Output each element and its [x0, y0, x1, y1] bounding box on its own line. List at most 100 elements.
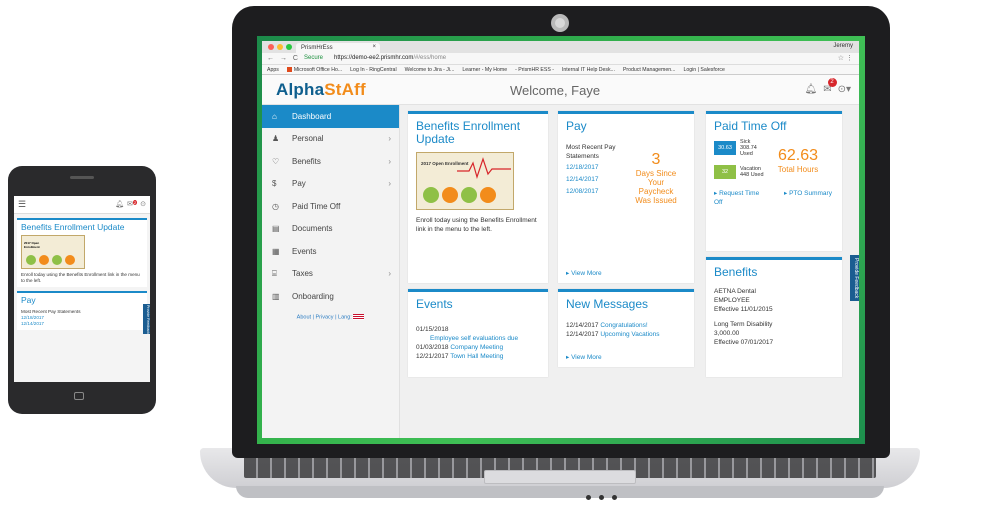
- phone-header: ☰ 🔔︎ ✉2 ⊙: [14, 196, 150, 214]
- message-item[interactable]: 12/14/2017 Upcoming Vacations: [566, 330, 686, 339]
- events-title: Events: [416, 297, 453, 311]
- sidebar-item-taxes[interactable]: ⌸ Taxes ›: [262, 263, 399, 286]
- address-bar[interactable]: ← → C Secure https://demo-ee2.prismhr.co…: [262, 53, 859, 65]
- bookmark-item[interactable]: Apps: [267, 67, 279, 73]
- menu-icon[interactable]: ☰: [18, 199, 26, 210]
- mail-badge: 2: [132, 200, 138, 205]
- enrollment-image[interactable]: 2017 Open Enrollment: [416, 152, 514, 210]
- bookmarks-bar: Apps Microsoft Office Ho... Log In - Rin…: [262, 65, 859, 75]
- sidebar-item-documents[interactable]: ▤ Documents: [262, 218, 399, 241]
- camera-icon: [551, 14, 569, 32]
- secure-label: Secure: [304, 55, 324, 61]
- laptop-screen: PrismHrEss × Jeremy ← → C Secure https:/…: [257, 36, 865, 444]
- chevron-right-icon: ›: [388, 134, 391, 144]
- phone-home-button[interactable]: [74, 392, 84, 400]
- calendar-icon: ▦: [272, 246, 280, 256]
- laptop-lid: PrismHrEss × Jeremy ← → C Secure https:/…: [232, 6, 890, 458]
- alphastaff-logo[interactable]: AlphaStAff: [276, 80, 366, 100]
- bookmark-item[interactable]: Login | Salesforce: [683, 67, 724, 73]
- bookmark-item[interactable]: - PrismHR ESS -: [515, 67, 554, 73]
- home-icon: ⌂: [272, 111, 277, 121]
- bookmark-item[interactable]: Log In - RingCentral: [350, 67, 396, 73]
- sidebar: ⌂ Dashboard ♟ Personal › ♡ Benefits › $ Pay › ◷…: [262, 105, 400, 438]
- pay-view-more-link[interactable]: ▸ View More: [566, 269, 602, 277]
- pto-summary-link[interactable]: ▸ PTO Summary: [784, 189, 834, 207]
- mail-icon[interactable]: ✉2: [823, 78, 837, 95]
- laptop-trackpad: [484, 470, 636, 484]
- days-since-number: 3: [651, 151, 661, 168]
- phone-enrollment-caption: 2017 Open Enrollment: [24, 241, 40, 249]
- url-host: https://demo-ee2.prismhr.com: [334, 55, 414, 61]
- browser-window: PrismHrEss × Jeremy ← → C Secure https:/…: [262, 41, 859, 438]
- nav-arrows-icon[interactable]: ← → C: [267, 55, 300, 62]
- url-text[interactable]: https://demo-ee2.prismhr.com/#/ess/home: [334, 55, 446, 61]
- sidebar-item-events[interactable]: ▦ Events: [262, 240, 399, 263]
- user-avatar-icon[interactable]: ⊙▾: [838, 84, 851, 95]
- browser-user[interactable]: Jeremy: [833, 43, 853, 49]
- bookmark-item[interactable]: Learner - My Home: [462, 67, 507, 73]
- pto-title: Paid Time Off: [714, 119, 787, 133]
- bell-icon[interactable]: 🔔︎: [115, 200, 124, 208]
- chevron-right-icon: ›: [388, 269, 391, 279]
- events-card: Events 01/15/2018 Employee self evaluati…: [408, 289, 548, 377]
- tab-title: PrismHrEss: [301, 45, 333, 51]
- heartbeat-icon: [457, 157, 511, 179]
- phone: ☰ 🔔︎ ✉2 ⊙ Benefits Enrollment Update 201…: [8, 166, 156, 414]
- sidebar-footer[interactable]: About | Privacy | Lang:: [262, 313, 399, 320]
- messages-title: New Messages: [566, 297, 649, 311]
- bell-icon[interactable]: 🔔︎: [805, 84, 818, 95]
- provide-feedback-tab[interactable]: Provide Feedback: [850, 255, 859, 301]
- pto-total-label: Total Hours: [777, 165, 819, 174]
- phone-pay-title: Pay: [21, 295, 36, 305]
- bookmark-item[interactable]: Welcome to Jira - Ji...: [405, 67, 455, 73]
- message-item[interactable]: 12/14/2017 Congratulations!: [566, 321, 686, 330]
- messages-card: New Messages 12/14/2017 Congratulations!…: [558, 289, 694, 367]
- mail-badge: 2: [827, 78, 837, 87]
- window-controls[interactable]: [268, 44, 292, 50]
- browser-tab[interactable]: PrismHrEss ×: [296, 43, 380, 53]
- pto-total-value: 62.63: [777, 147, 819, 164]
- event-item[interactable]: 01/03/2018 Company Meeting: [416, 343, 540, 352]
- app-header: AlphaStAff Welcome, Faye 🔔︎ ✉ 2 ⊙▾: [262, 75, 859, 105]
- benefit-plan: AETNA Dental EMPLOYEE Effective 11/01/20…: [714, 288, 773, 313]
- onboarding-icon: ▥: [272, 291, 280, 301]
- bank-icon: ⌸: [272, 268, 277, 278]
- mail-icon[interactable]: ✉2: [127, 200, 138, 208]
- event-item[interactable]: 12/21/2017 Town Hall Meeting: [416, 352, 540, 361]
- person-icon: ♟: [272, 134, 280, 144]
- dollar-icon: $: [272, 179, 277, 189]
- close-icon[interactable]: ×: [372, 44, 376, 50]
- phone-feedback-tab[interactable]: Provide Feedback: [143, 304, 150, 334]
- star-icon[interactable]: ☆ ⋮: [838, 54, 853, 62]
- chevron-right-icon: ›: [388, 156, 391, 166]
- enrollment-title: Benefits Enrollment Update: [416, 119, 521, 146]
- bookmark-item[interactable]: Product Managemen...: [623, 67, 675, 73]
- phone-enrollment-image[interactable]: 2017 Open Enrollment: [21, 235, 85, 269]
- pay-title: Pay: [566, 119, 587, 133]
- sidebar-item-dashboard[interactable]: ⌂ Dashboard: [262, 105, 399, 128]
- flag-icon[interactable]: [353, 313, 365, 320]
- bookmark-item[interactable]: Internal IT Help Desk...: [562, 67, 615, 73]
- sidebar-item-pay[interactable]: $ Pay ›: [262, 173, 399, 196]
- app-body: ⌂ Dashboard ♟ Personal › ♡ Benefits › $ Pay › ◷…: [262, 105, 859, 438]
- phone-pay-link[interactable]: 12/14/2017: [21, 321, 143, 327]
- sidebar-item-paid-time-off[interactable]: ◷ Paid Time Off: [262, 195, 399, 218]
- sick-label: Sick 308.74 Used: [740, 139, 757, 157]
- request-time-off-link[interactable]: ▸ Request Time Off: [714, 189, 762, 207]
- messages-view-more-link[interactable]: ▸ View More: [566, 353, 602, 361]
- enrollment-icons: [423, 187, 496, 203]
- vacation-hours-box: 32: [714, 165, 736, 179]
- bookmark-item[interactable]: Microsoft Office Ho...: [286, 67, 342, 73]
- benefit-plan: Long Term Disability 3,000.00 Effective …: [714, 321, 774, 346]
- event-item[interactable]: 01/15/2018: [416, 325, 540, 334]
- user-avatar-icon[interactable]: ⊙: [140, 200, 146, 208]
- sidebar-item-onboarding[interactable]: ▥ Onboarding: [262, 285, 399, 308]
- pay-statement-link[interactable]: 12/18/2017: [566, 163, 634, 172]
- sidebar-item-benefits[interactable]: ♡ Benefits ›: [262, 150, 399, 173]
- laptop-base-bottom: [236, 486, 884, 498]
- pay-statement-link[interactable]: 12/08/2017: [566, 187, 634, 196]
- pay-subtitle: Most Recent Pay Statements: [566, 144, 616, 160]
- sidebar-item-personal[interactable]: ♟ Personal ›: [262, 128, 399, 151]
- event-item-link[interactable]: Employee self evaluations due: [416, 334, 540, 343]
- pay-statement-link[interactable]: 12/14/2017: [566, 175, 634, 184]
